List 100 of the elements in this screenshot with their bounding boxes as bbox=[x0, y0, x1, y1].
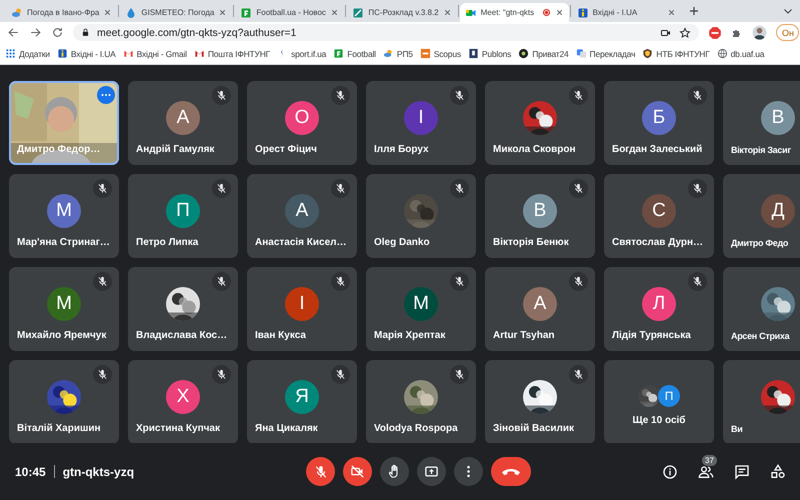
participant-name: Вікторія Бенюк bbox=[493, 237, 569, 248]
translate-icon bbox=[576, 48, 587, 59]
initial-avatar: В bbox=[523, 194, 557, 228]
present-button[interactable] bbox=[417, 457, 446, 486]
initial-avatar: Я bbox=[285, 380, 319, 414]
browser-tab[interactable]: ПС-Розклад v.3.8.2 bbox=[347, 3, 457, 22]
info-icon bbox=[662, 464, 678, 480]
camera-button[interactable] bbox=[343, 457, 372, 486]
bookmark[interactable]: Вхідні - Gmail bbox=[122, 48, 187, 59]
bookmark[interactable]: Вхідні - I.UA bbox=[56, 48, 116, 59]
participant-name: Volodya Rospopa bbox=[374, 423, 458, 434]
profile-button[interactable]: Он bbox=[776, 24, 799, 41]
square-icon bbox=[420, 48, 431, 59]
bookmark[interactable]: db.uaf.ua bbox=[716, 48, 764, 59]
bookmark[interactable]: Football bbox=[333, 48, 376, 59]
participant-name: Петро Липка bbox=[136, 237, 198, 248]
participant-name: Христина Купчак bbox=[136, 423, 220, 434]
bookmark[interactable]: Приват24 bbox=[518, 48, 569, 59]
bookmark[interactable]: Додатки bbox=[5, 48, 50, 59]
more-options-button[interactable] bbox=[454, 457, 483, 486]
close-icon[interactable] bbox=[330, 8, 340, 17]
address-field[interactable]: meet.google.com/gtn-qkts-yzq?authuser=1 bbox=[73, 24, 700, 41]
initial-avatar: М bbox=[404, 287, 438, 321]
bookmark[interactable]: Пошта ІФНТУНГ bbox=[194, 48, 270, 59]
browser-tab[interactable]: Meet: "gtn-qkts bbox=[460, 3, 569, 22]
bookmark[interactable]: НТБ ІФНТУНГ bbox=[642, 48, 710, 59]
close-icon[interactable] bbox=[442, 8, 452, 17]
more-participants-label[interactable]: Ще 10 осіб bbox=[632, 414, 686, 426]
present-screen-icon bbox=[424, 464, 439, 479]
browser-tab[interactable]: Вхідні - I.UA bbox=[572, 3, 681, 22]
initial-avatar: С bbox=[642, 194, 676, 228]
participant-name: Микола Сковрон bbox=[493, 144, 576, 155]
square-icon bbox=[333, 48, 344, 59]
phone-icon bbox=[502, 467, 520, 476]
bookmark[interactable]: Перекладач bbox=[576, 48, 636, 59]
microphone-button[interactable] bbox=[306, 457, 335, 486]
square-icon bbox=[468, 48, 479, 59]
activities-button[interactable] bbox=[770, 464, 786, 480]
envelope-icon bbox=[122, 48, 134, 59]
participant-name: Святослав Дурн… bbox=[612, 237, 704, 248]
participant-name: Орест Фіцич bbox=[255, 144, 317, 155]
participant-name: Марія Хрептак bbox=[374, 330, 446, 341]
info-button[interactable] bbox=[662, 464, 678, 480]
browser-tab[interactable]: Погода в Івано-Фра bbox=[6, 3, 118, 22]
initial-avatar: І bbox=[285, 287, 319, 321]
browser-tab[interactable]: Football.ua - Новос bbox=[235, 3, 344, 22]
participant-name: Андрій Гамуляк bbox=[136, 144, 214, 155]
participant-name: Зіновій Василик bbox=[493, 423, 574, 434]
back-icon[interactable] bbox=[7, 26, 20, 39]
close-icon[interactable] bbox=[103, 8, 112, 17]
initial-avatar: П bbox=[658, 384, 680, 406]
bookmark[interactable]: sport.if.ua bbox=[277, 48, 326, 59]
circle-icon bbox=[518, 48, 530, 59]
participant-name: Іван Кукса bbox=[255, 330, 306, 341]
participant-name: Дмитро Федо bbox=[731, 238, 788, 248]
initial-avatar: М bbox=[47, 287, 81, 321]
shapes-icon bbox=[770, 464, 786, 480]
bookmark[interactable]: Scopus bbox=[420, 48, 461, 59]
drop-icon bbox=[125, 6, 138, 18]
reload-icon[interactable] bbox=[51, 26, 64, 39]
participant-name: Віталій Харишин bbox=[17, 423, 101, 434]
avatar-icon[interactable] bbox=[752, 25, 768, 40]
leave-call-button[interactable] bbox=[491, 457, 531, 486]
chat-icon bbox=[734, 464, 750, 480]
initial-avatar: Д bbox=[761, 194, 795, 228]
meeting-code: gtn-qkts-yzq bbox=[62, 464, 134, 478]
forward-icon[interactable] bbox=[29, 26, 42, 39]
initial-avatar: І bbox=[404, 101, 438, 135]
participant-name: Арсен Стриха bbox=[731, 331, 790, 341]
square-icon bbox=[576, 6, 589, 18]
chat-button[interactable] bbox=[734, 464, 750, 480]
plus-icon[interactable] bbox=[688, 5, 700, 17]
participant-name: Дмитро Федор… bbox=[17, 144, 100, 155]
camera-off-icon bbox=[350, 464, 365, 479]
cloud-icon bbox=[382, 48, 394, 59]
people-button[interactable] bbox=[698, 464, 714, 480]
cloud-icon bbox=[11, 6, 23, 18]
square-icon bbox=[240, 6, 252, 18]
mic-off-icon bbox=[314, 464, 328, 478]
initial-avatar: М bbox=[47, 194, 81, 228]
participant-name: Богдан Залеський bbox=[612, 144, 702, 155]
bookmark[interactable]: РП5 bbox=[382, 48, 413, 59]
apps-grid-icon bbox=[5, 48, 16, 59]
square-icon bbox=[56, 48, 68, 59]
raise-hand-button[interactable] bbox=[380, 457, 409, 486]
participant-name: Лідія Турянська bbox=[612, 330, 691, 341]
bookmark[interactable]: Publons bbox=[468, 48, 512, 59]
star-icon[interactable] bbox=[679, 26, 692, 38]
close-icon[interactable] bbox=[218, 8, 228, 17]
browser-tab[interactable]: GISMETEO: Погода bbox=[120, 3, 232, 22]
globe-icon bbox=[716, 48, 728, 59]
close-icon[interactable] bbox=[666, 8, 676, 17]
close-icon[interactable] bbox=[554, 8, 564, 17]
stop-sign-icon[interactable] bbox=[708, 26, 722, 40]
participant-name: Artur Tsyhan bbox=[493, 330, 554, 341]
initial-avatar: Л bbox=[642, 287, 676, 321]
initial-avatar: А bbox=[523, 287, 557, 321]
people-icon bbox=[698, 464, 714, 480]
participant-name: Яна Цикаляк bbox=[255, 423, 318, 434]
initial-avatar: В bbox=[761, 101, 795, 135]
